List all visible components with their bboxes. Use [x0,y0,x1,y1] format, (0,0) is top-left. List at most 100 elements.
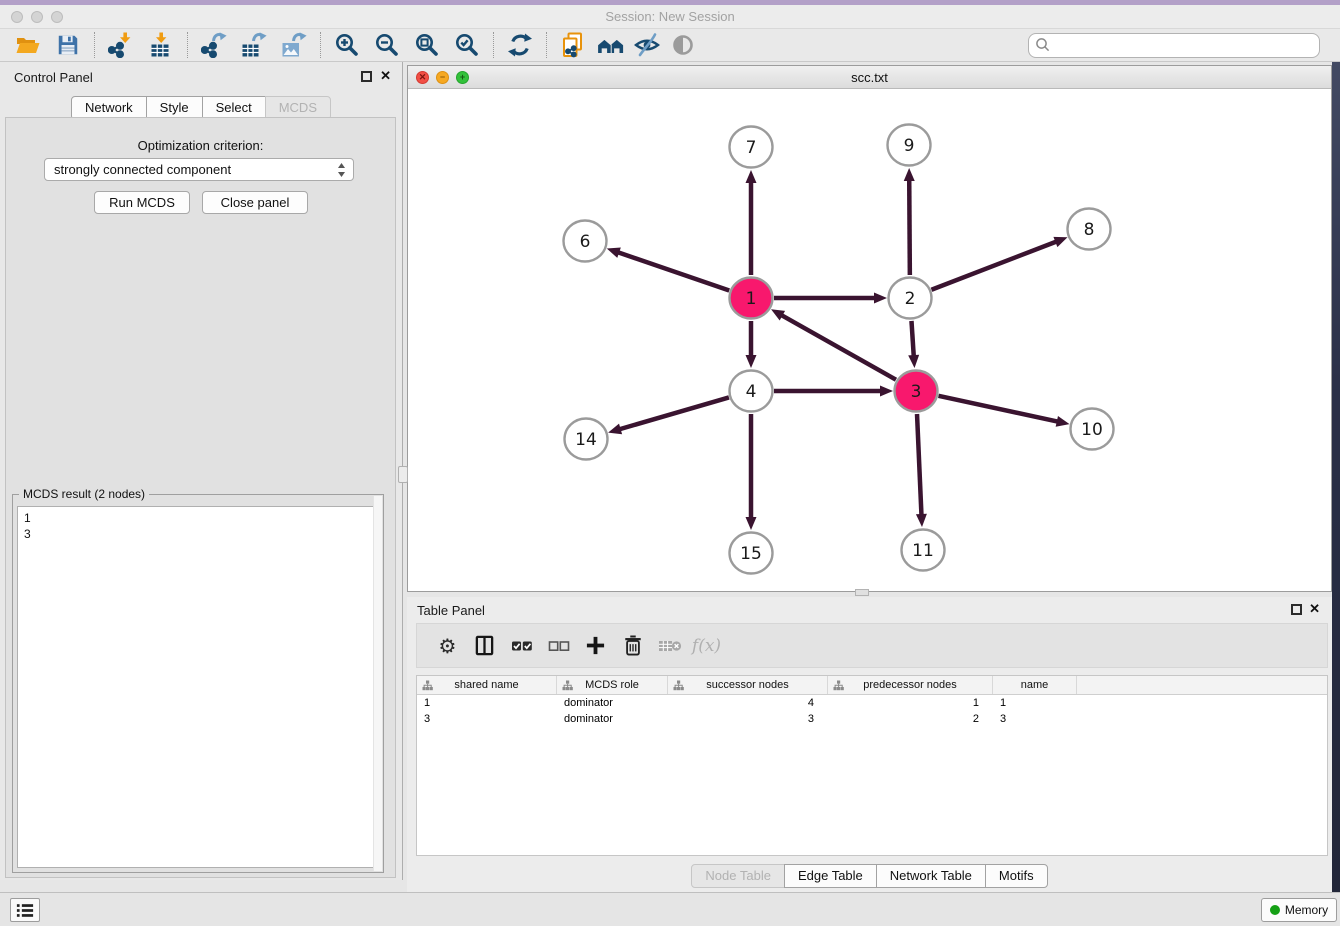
edge-arrow-3-10 [1056,416,1070,427]
criterion-selected-value: strongly connected component [54,162,231,177]
criterion-select[interactable]: strongly connected component [44,158,354,181]
cell-shared-name[interactable]: 1 [417,695,557,711]
graph-node-3[interactable]: 3 [895,371,938,412]
table-row[interactable]: 1dominator411 [417,695,1327,711]
save-icon [56,33,80,57]
export-network-button[interactable] [194,30,234,60]
close-table-panel-icon[interactable]: ✕ [1309,601,1320,617]
network-overview-button[interactable] [593,30,629,60]
deselect-all-rows-button[interactable] [540,630,577,662]
search-field[interactable] [1028,33,1320,58]
edge-3-10[interactable] [938,396,1058,422]
column-header-name[interactable]: name [993,676,1077,694]
edge-1-6[interactable] [617,252,729,290]
zoom-selected-button[interactable] [447,30,487,60]
result-scrollbar[interactable] [373,496,382,871]
show-all-button[interactable] [665,30,701,60]
search-input[interactable] [1051,35,1319,55]
graph-node-2[interactable]: 2 [889,278,932,319]
graph-node-10[interactable]: 10 [1071,409,1114,450]
tab-edge-table[interactable]: Edge Table [784,864,877,888]
cell-predecessor-nodes[interactable]: 2 [828,711,993,727]
plus-icon [585,635,606,656]
zoom-selected-icon [454,32,480,58]
delete-column-button[interactable] [614,630,651,662]
zoom-in-button[interactable] [327,30,367,60]
edge-4-14[interactable] [619,397,729,429]
column-header-MCDS-role[interactable]: MCDS role [557,676,668,694]
cell-MCDS-role[interactable]: dominator [557,695,668,711]
column-header-successor-nodes[interactable]: successor nodes [668,676,828,694]
network-graph[interactable]: 1 2 3 4 6 7 8 9 10 11 14 15 [408,89,1331,592]
vertical-splitter-handle[interactable] [398,466,408,483]
network-canvas[interactable]: 1 2 3 4 6 7 8 9 10 11 14 15 [408,89,1331,591]
edge-3-11[interactable] [917,414,921,516]
clone-network-button[interactable] [553,30,593,60]
column-visibility-button[interactable] [466,630,503,662]
zoom-fit-button[interactable] [407,30,447,60]
edge-2-9[interactable] [909,179,910,275]
zoom-out-button[interactable] [367,30,407,60]
graph-node-1[interactable]: 1 [730,278,773,319]
node-table[interactable]: shared nameMCDS rolesuccessor nodesprede… [416,675,1328,856]
graph-node-6[interactable]: 6 [564,221,607,262]
graph-node-8[interactable]: 8 [1068,209,1111,250]
task-history-button[interactable] [10,898,40,922]
select-spinner-icon [337,162,346,181]
import-network-button[interactable] [101,30,141,60]
hide-selected-button[interactable] [629,30,665,60]
tab-motifs[interactable]: Motifs [985,864,1048,888]
table-row[interactable]: 3dominator323 [417,711,1327,727]
graph-node-7[interactable]: 7 [730,127,773,168]
graph-node-4[interactable]: 4 [730,371,773,412]
edge-3-1[interactable] [781,315,896,380]
edge-2-8[interactable] [931,241,1057,289]
export-table-button[interactable] [234,30,274,60]
cell-name[interactable]: 3 [993,711,1077,727]
open-file-button[interactable] [8,30,48,60]
export-image-button[interactable] [274,30,314,60]
close-panel-button[interactable]: Close panel [202,191,308,214]
close-panel-icon[interactable]: ✕ [380,68,391,84]
edge-arrow-4-15 [746,517,757,530]
edge-arrow-4-3 [880,386,893,397]
tree-icon [562,680,573,691]
tab-node-table[interactable]: Node Table [691,864,785,888]
graph-node-9[interactable]: 9 [888,125,931,166]
save-session-button[interactable] [48,30,88,60]
edge-arrow-2-3 [908,355,919,368]
cell-predecessor-nodes[interactable]: 1 [828,695,993,711]
table-options-button[interactable]: ⚙ [429,630,466,662]
column-header-shared-name[interactable]: shared name [417,676,557,694]
add-column-button[interactable] [577,630,614,662]
graph-node-15[interactable]: 15 [730,533,773,574]
import-table-button[interactable] [141,30,181,60]
node-table-rows[interactable]: 1dominator4113dominator323 [417,695,1327,727]
eye-slash-icon [634,32,660,58]
mcds-result-text[interactable]: 1 3 [17,506,379,868]
network-window-titlebar[interactable]: ✕ − + scc.txt [408,66,1331,89]
float-panel-icon[interactable] [361,71,372,82]
tab-network-table[interactable]: Network Table [876,864,986,888]
horizontal-splitter-handle[interactable] [855,589,869,596]
cell-shared-name[interactable]: 3 [417,711,557,727]
memory-button[interactable]: Memory [1261,898,1337,922]
function-builder-button[interactable]: f(x) [688,630,725,662]
run-mcds-button[interactable]: Run MCDS [94,191,190,214]
edge-2-3[interactable] [911,321,913,357]
graph-node-14[interactable]: 14 [565,419,608,460]
column-header-predecessor-nodes[interactable]: predecessor nodes [828,676,993,694]
cell-successor-nodes[interactable]: 4 [668,695,828,711]
cell-name[interactable]: 1 [993,695,1077,711]
edge-arrow-2-8 [1053,237,1067,247]
float-table-panel-icon[interactable] [1291,604,1302,615]
toolbar-separator [187,32,188,58]
select-all-rows-button[interactable] [503,630,540,662]
refresh-view-button[interactable] [500,30,540,60]
graph-node-11[interactable]: 11 [902,530,945,571]
edge-arrow-1-2 [874,293,887,304]
delete-table-button[interactable] [651,630,688,662]
node-table-header[interactable]: shared nameMCDS rolesuccessor nodesprede… [417,676,1327,695]
cell-MCDS-role[interactable]: dominator [557,711,668,727]
cell-successor-nodes[interactable]: 3 [668,711,828,727]
